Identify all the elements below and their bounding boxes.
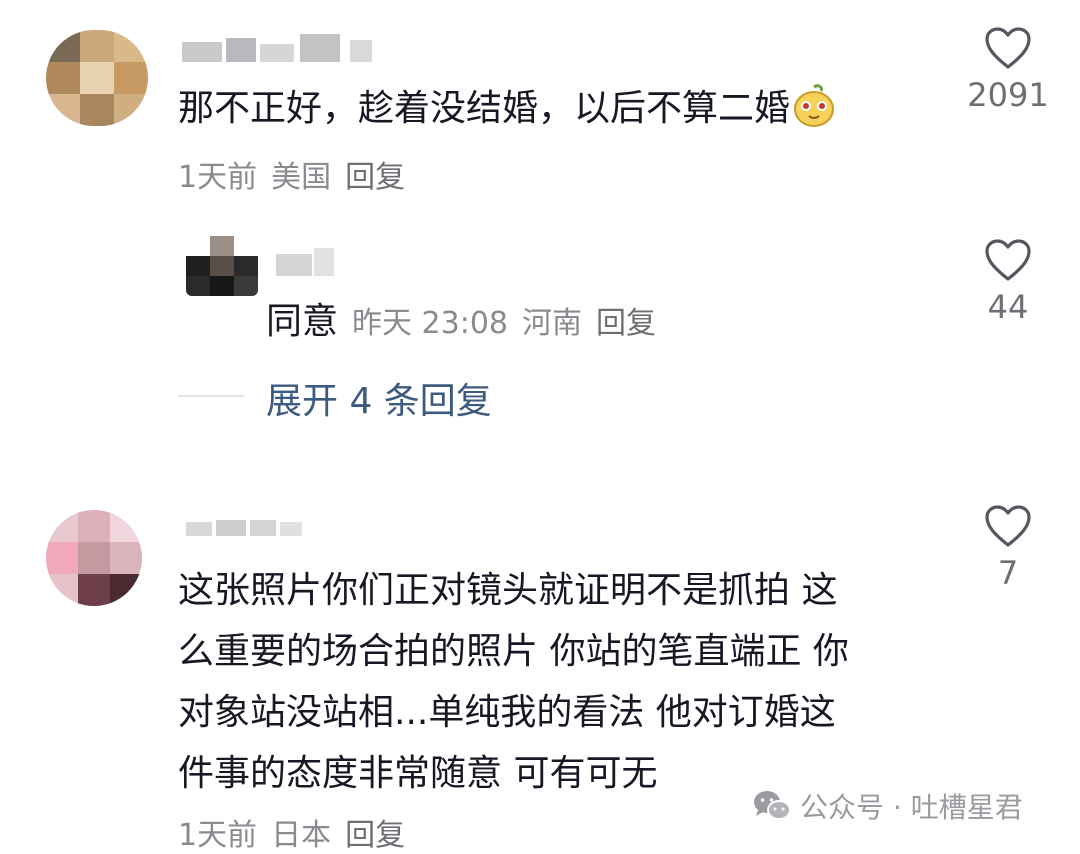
comment-meta: 1天前 美国 回复 xyxy=(178,152,419,196)
reply-like-count: 44 xyxy=(987,288,1029,326)
reply-text: 同意 xyxy=(266,301,339,342)
comment-text-line: 对象站没站相...单纯我的看法 他对订婚这 xyxy=(178,692,836,733)
reply-button[interactable]: 回复 xyxy=(345,818,405,853)
wechat-icon xyxy=(754,791,791,820)
username-blurred[interactable] xyxy=(186,512,306,536)
reply-location: 河南 xyxy=(522,306,583,341)
reply-row: 同意 昨天 23:08 河南 回复 xyxy=(266,298,656,346)
reply-time: 昨天 23:08 xyxy=(352,306,509,341)
like-button[interactable]: 2091 xyxy=(967,26,1049,114)
comment-location: 美国 xyxy=(271,160,332,195)
reply-like-button[interactable]: 44 xyxy=(978,238,1038,326)
comment-text-line: 件事的态度非常随意 可有可无 xyxy=(178,753,658,794)
heart-outline-icon xyxy=(985,27,1031,69)
expand-divider xyxy=(178,395,244,397)
comment-text-content: 那不正好，趁着没结婚，以后不算二婚 xyxy=(178,88,791,129)
comment-time: 1天前 xyxy=(178,818,258,853)
reply-button[interactable]: 回复 xyxy=(345,160,405,195)
comment-location: 日本 xyxy=(271,818,332,853)
like-button[interactable]: 7 xyxy=(978,504,1038,592)
like-count: 2091 xyxy=(967,76,1049,114)
smirk-pear-emoji-icon xyxy=(792,84,836,128)
like-count: 7 xyxy=(997,554,1019,592)
reply-reply-button[interactable]: 回复 xyxy=(596,306,656,341)
reply-username-blurred[interactable] xyxy=(276,246,346,278)
avatar[interactable] xyxy=(46,30,148,126)
comment-meta: 1天前 日本 回复 xyxy=(178,810,419,854)
watermark: 公众号 · 吐槽星君 xyxy=(752,786,1023,826)
avatar[interactable] xyxy=(46,510,142,606)
expand-replies-link[interactable]: 展开 4 条回复 xyxy=(266,372,492,424)
heart-outline-icon xyxy=(985,239,1031,281)
comment-time: 1天前 xyxy=(178,160,258,195)
comment-text-block: 这张照片你们正对镜头就证明不是抓拍 这 么重要的场合拍的照片 你站的笔直端正 你… xyxy=(178,560,849,804)
comment-text: 那不正好，趁着没结婚，以后不算二婚 xyxy=(178,84,836,133)
watermark-text: 公众号 · 吐槽星君 xyxy=(800,791,1023,824)
comment-text-line: 么重要的场合拍的照片 你站的笔直端正 你 xyxy=(178,631,849,672)
username-blurred[interactable] xyxy=(182,34,392,62)
comment-text-line: 这张照片你们正对镜头就证明不是抓拍 这 xyxy=(178,570,838,611)
reply-avatar[interactable] xyxy=(186,236,258,296)
heart-outline-icon xyxy=(985,505,1031,547)
